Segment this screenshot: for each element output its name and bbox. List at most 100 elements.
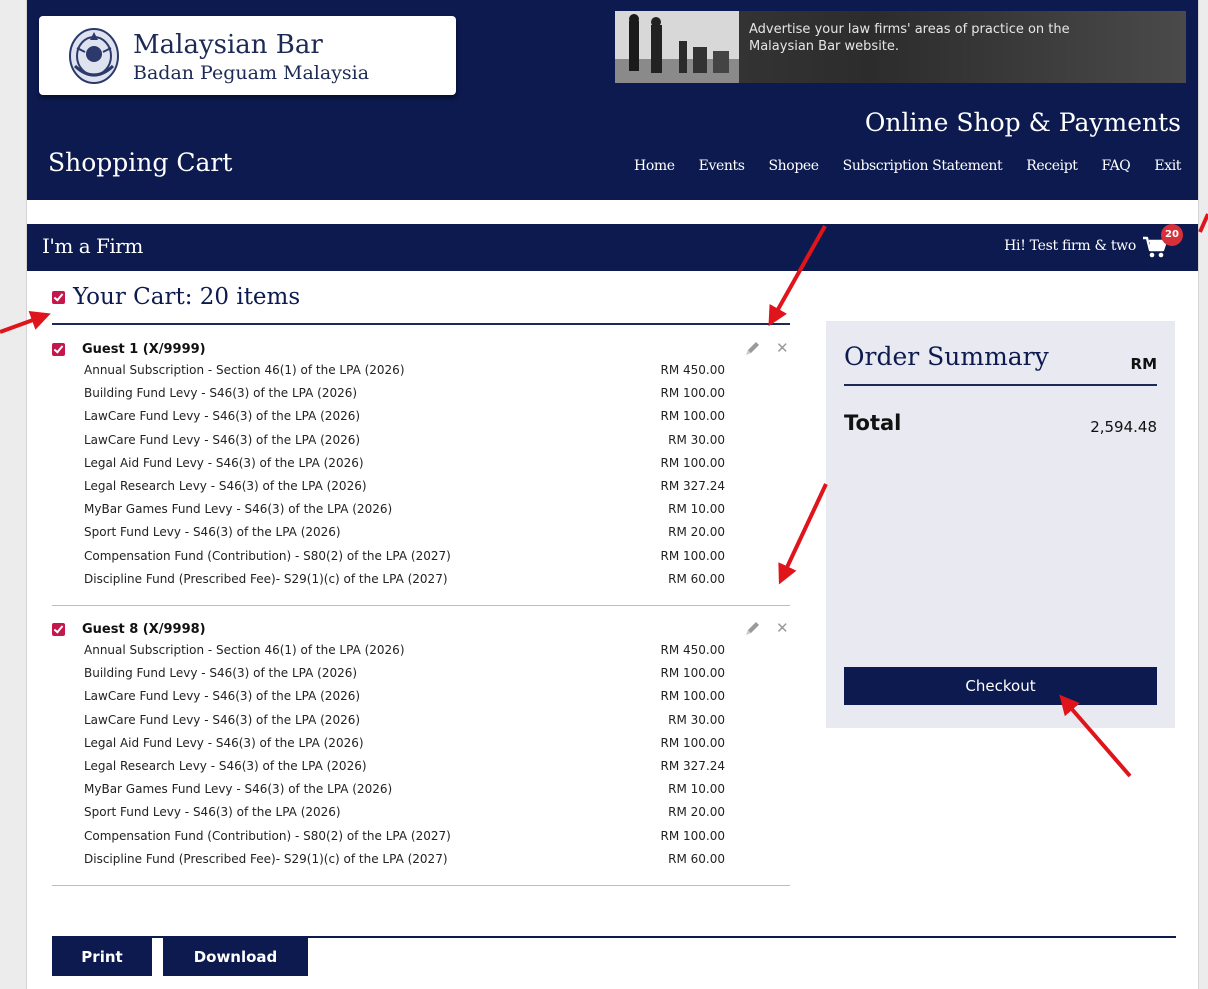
line-item-desc: Building Fund Levy - S46(3) of the LPA (… xyxy=(84,386,358,401)
select-all-checkbox[interactable] xyxy=(52,290,65,304)
line-item-desc: Building Fund Levy - S46(3) of the LPA (… xyxy=(84,666,358,681)
line-item: MyBar Games Fund Levy - S46(3) of the LP… xyxy=(52,779,790,802)
group-checkbox[interactable] xyxy=(52,622,65,636)
line-item-amount: RM 327.24 xyxy=(660,758,726,773)
line-item: Sport Fund Levy - S46(3) of the LPA (202… xyxy=(52,522,790,545)
user-greeting: Hi! Test firm & two xyxy=(1004,238,1136,254)
line-item-desc: Legal Aid Fund Levy - S46(3) of the LPA … xyxy=(84,455,364,470)
line-item: LawCare Fund Levy - S46(3) of the LPA (2… xyxy=(52,406,790,429)
line-item-desc: Compensation Fund (Contribution) - S80(2… xyxy=(84,828,451,843)
currency-label: RM xyxy=(1130,355,1157,373)
shop-title: Online Shop & Payments xyxy=(864,108,1181,137)
line-item-amount: RM 60.00 xyxy=(668,851,725,866)
line-item-desc: Sport Fund Levy - S46(3) of the LPA (202… xyxy=(84,525,341,540)
logo-card[interactable]: Malaysian Bar Badan Peguam Malaysia xyxy=(39,16,456,95)
total-label: Total xyxy=(844,411,902,435)
cart-group-guest-1: Guest 1 (X/9999) ✕ Annual Subscription -… xyxy=(52,338,790,606)
browser-frame-right xyxy=(1198,0,1208,989)
group-header: Guest 8 (X/9998) ✕ xyxy=(52,618,790,640)
group-header: Guest 1 (X/9999) ✕ xyxy=(52,338,790,360)
close-x-icon[interactable]: ✕ xyxy=(776,619,789,637)
line-item: Legal Aid Fund Levy - S46(3) of the LPA … xyxy=(52,453,790,476)
line-item-amount: RM 30.00 xyxy=(668,432,725,447)
cart-heading-text: Your Cart: 20 items xyxy=(73,284,301,310)
line-item-desc: Discipline Fund (Prescribed Fee)- S29(1)… xyxy=(84,851,448,866)
line-item: Discipline Fund (Prescribed Fee)- S29(1)… xyxy=(52,569,790,592)
order-summary-title: Order Summary xyxy=(844,342,1049,371)
line-item-desc: Compensation Fund (Contribution) - S80(2… xyxy=(84,548,451,563)
line-item-desc: Legal Research Levy - S46(3) of the LPA … xyxy=(84,758,367,773)
order-summary-panel: Order Summary RM Total 2,594.48 Checkout xyxy=(826,321,1175,728)
heading-divider xyxy=(52,323,790,325)
line-item: Discipline Fund (Prescribed Fee)- S29(1)… xyxy=(52,849,790,872)
line-item: Building Fund Levy - S46(3) of the LPA (… xyxy=(52,383,790,406)
group-name: Guest 8 (X/9998) xyxy=(82,621,206,637)
checkout-button[interactable]: Checkout xyxy=(844,667,1157,705)
line-item: LawCare Fund Levy - S46(3) of the LPA (2… xyxy=(52,710,790,733)
nav-receipt[interactable]: Receipt xyxy=(1026,158,1078,174)
cart-heading: Your Cart: 20 items xyxy=(52,284,300,310)
cart-count-badge: 20 xyxy=(1161,224,1183,246)
nav-subscription-statement[interactable]: Subscription Statement xyxy=(843,158,1003,174)
brand-subtitle: Badan Peguam Malaysia xyxy=(133,62,370,84)
line-item-amount: RM 60.00 xyxy=(668,571,725,586)
line-item: Sport Fund Levy - S46(3) of the LPA (202… xyxy=(52,802,790,825)
ad-photo-icon xyxy=(615,11,739,83)
line-item-amount: RM 450.00 xyxy=(660,363,726,377)
nav-events[interactable]: Events xyxy=(699,158,745,174)
nav-exit[interactable]: Exit xyxy=(1154,158,1181,174)
site-header: Malaysian Bar Badan Peguam Malaysia Adve… xyxy=(27,0,1198,200)
line-item: Legal Research Levy - S46(3) of the LPA … xyxy=(52,476,790,499)
line-item-desc: LawCare Fund Levy - S46(3) of the LPA (2… xyxy=(84,409,361,424)
print-button[interactable]: Print xyxy=(52,938,152,976)
edit-pencil-icon[interactable] xyxy=(744,340,761,357)
total-value: 2,594.48 xyxy=(1090,418,1157,436)
line-item-amount: RM 327.24 xyxy=(660,478,726,493)
line-item: Building Fund Levy - S46(3) of the LPA (… xyxy=(52,663,790,686)
line-item-amount: RM 10.00 xyxy=(668,502,725,517)
line-item: Compensation Fund (Contribution) - S80(2… xyxy=(52,546,790,569)
line-item-desc: Discipline Fund (Prescribed Fee)- S29(1)… xyxy=(84,571,448,586)
firm-bar: I'm a Firm Hi! Test firm & two 20 xyxy=(27,224,1198,271)
line-item: LawCare Fund Levy - S46(3) of the LPA (2… xyxy=(52,430,790,453)
ad-banner[interactable]: Advertise your law firms' areas of pract… xyxy=(615,11,1186,83)
close-x-icon[interactable]: ✕ xyxy=(776,339,789,357)
line-item-desc: MyBar Games Fund Levy - S46(3) of the LP… xyxy=(84,502,393,517)
bar-emblem-icon xyxy=(69,28,119,84)
line-item-desc: Legal Aid Fund Levy - S46(3) of the LPA … xyxy=(84,735,364,750)
line-item-amount: RM 10.00 xyxy=(668,782,725,797)
line-item-amount: RM 100.00 xyxy=(660,455,726,470)
line-item-amount: RM 450.00 xyxy=(660,643,726,657)
line-item: Compensation Fund (Contribution) - S80(2… xyxy=(52,826,790,849)
brand-name: Malaysian Bar xyxy=(133,30,323,60)
download-button[interactable]: Download xyxy=(163,938,308,976)
nav-shopee[interactable]: Shopee xyxy=(768,158,819,174)
nav-faq[interactable]: FAQ xyxy=(1101,158,1130,174)
group-name: Guest 1 (X/9999) xyxy=(82,341,206,357)
line-item: Legal Research Levy - S46(3) of the LPA … xyxy=(52,756,790,779)
line-item-amount: RM 100.00 xyxy=(660,828,726,843)
line-item-desc: Legal Research Levy - S46(3) of the LPA … xyxy=(84,478,367,493)
line-item-desc: Annual Subscription - Section 46(1) of t… xyxy=(84,363,405,377)
line-item-amount: RM 100.00 xyxy=(660,409,726,424)
summary-divider xyxy=(844,384,1157,386)
line-item-desc: LawCare Fund Levy - S46(3) of the LPA (2… xyxy=(84,689,361,704)
line-item-desc: Sport Fund Levy - S46(3) of the LPA (202… xyxy=(84,805,341,820)
line-item-amount: RM 100.00 xyxy=(660,689,726,704)
line-item: Legal Aid Fund Levy - S46(3) of the LPA … xyxy=(52,733,790,756)
line-item-amount: RM 100.00 xyxy=(660,666,726,681)
group-divider xyxy=(52,885,790,886)
ad-text: Advertise your law firms' areas of pract… xyxy=(749,22,1070,54)
edit-pencil-icon[interactable] xyxy=(744,620,761,637)
line-item-amount: RM 30.00 xyxy=(668,712,725,727)
line-item-desc: LawCare Fund Levy - S46(3) of the LPA (2… xyxy=(84,432,361,447)
line-item-desc: MyBar Games Fund Levy - S46(3) of the LP… xyxy=(84,782,393,797)
group-divider xyxy=(52,605,790,606)
line-item-desc: Annual Subscription - Section 46(1) of t… xyxy=(84,643,405,657)
line-item-amount: RM 100.00 xyxy=(660,548,726,563)
cart-group-guest-8: Guest 8 (X/9998) ✕ Annual Subscription -… xyxy=(52,618,790,886)
firm-title: I'm a Firm xyxy=(42,234,143,258)
group-checkbox[interactable] xyxy=(52,342,65,356)
nav-home[interactable]: Home xyxy=(634,158,675,174)
line-item-amount: RM 100.00 xyxy=(660,735,726,750)
